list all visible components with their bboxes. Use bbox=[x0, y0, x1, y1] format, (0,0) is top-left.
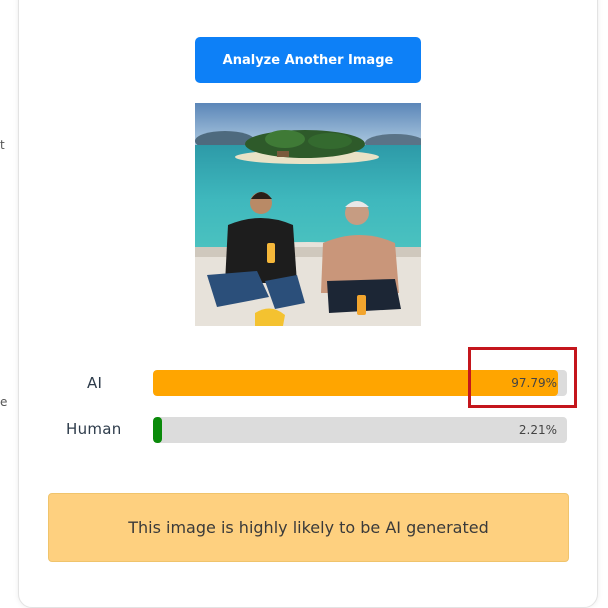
highlight-box bbox=[468, 347, 577, 408]
ai-label: AI bbox=[87, 374, 103, 392]
human-probability-value: 2.21% bbox=[518, 423, 557, 437]
edge-text-fragment: e bbox=[0, 395, 8, 409]
human-probability-fill bbox=[153, 417, 163, 443]
analyze-another-image-button[interactable]: Analyze Another Image bbox=[195, 37, 421, 83]
edge-text-fragment: t bbox=[0, 138, 5, 152]
human-probability-bar: 2.21% bbox=[153, 417, 567, 443]
verdict-text: This image is highly likely to be AI gen… bbox=[128, 518, 489, 537]
analyzed-image bbox=[195, 103, 421, 326]
human-label: Human bbox=[66, 420, 122, 438]
verdict-banner: This image is highly likely to be AI gen… bbox=[48, 493, 569, 562]
